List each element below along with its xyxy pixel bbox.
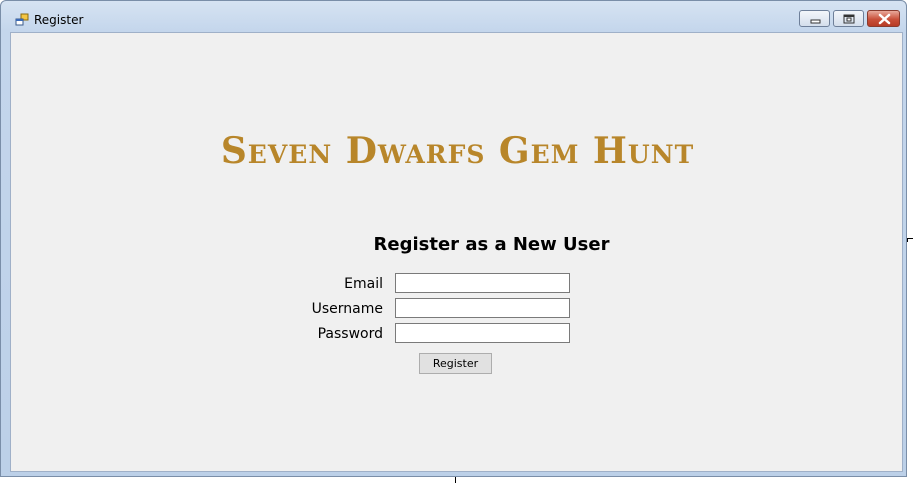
- email-label: Email: [344, 276, 383, 292]
- register-button[interactable]: Register: [419, 353, 492, 374]
- form-heading: Register as a New User: [373, 234, 610, 255]
- window-title: Register: [34, 13, 84, 27]
- game-title: Seven Dwarfs Gem Hunt: [220, 130, 695, 172]
- close-icon: [878, 13, 891, 25]
- maximize-button[interactable]: [833, 10, 864, 27]
- email-field[interactable]: [395, 273, 570, 293]
- minimize-icon: [810, 19, 821, 24]
- password-label: Password: [317, 326, 383, 342]
- username-field[interactable]: [395, 298, 570, 318]
- close-button[interactable]: [867, 10, 900, 27]
- form-client-area: Seven Dwarfs Gem Hunt Register as a New …: [10, 32, 903, 472]
- restore-icon: [843, 14, 855, 24]
- resize-grip-right: [907, 238, 913, 242]
- username-label: Username: [311, 301, 383, 317]
- minimize-button[interactable]: [799, 10, 830, 27]
- resize-grip-bottom: [455, 477, 458, 483]
- password-field[interactable]: [395, 323, 570, 343]
- app-window-icon: [15, 12, 29, 26]
- register-window: Register Seven Dwarfs Gem Hunt Register …: [0, 0, 907, 477]
- title-bar[interactable]: Register: [1, 1, 906, 32]
